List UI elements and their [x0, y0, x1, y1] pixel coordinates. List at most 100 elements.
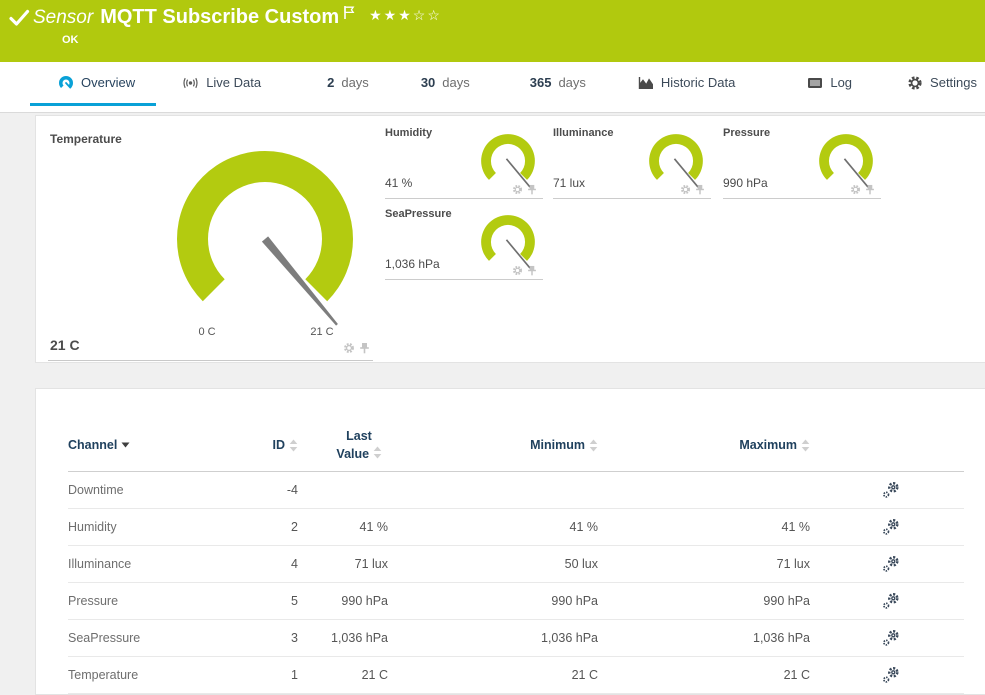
channel-id: 4: [291, 557, 298, 571]
pin-icon[interactable]: [695, 184, 705, 195]
channel-name: Pressure: [68, 594, 118, 608]
channel-settings-gears-icon[interactable]: [882, 518, 964, 536]
tab-settings[interactable]: Settings: [907, 62, 977, 103]
gauge-tile-value: 71 lux: [553, 176, 585, 190]
channel-gear-icon[interactable]: [850, 184, 861, 195]
tab-2-days-unit: days: [341, 75, 368, 90]
gauge-tile-value: 1,036 hPa: [385, 257, 440, 271]
channel-last-value: 1,036 hPa: [331, 631, 388, 645]
gauges-card: Temperature 0 C 21 C 21 C Humidity: [35, 115, 985, 363]
column-header-id-label: ID: [273, 438, 286, 452]
column-header-id[interactable]: ID: [273, 438, 299, 452]
column-header-maximum[interactable]: Maximum: [739, 438, 810, 452]
channel-gear-icon[interactable]: [512, 184, 523, 195]
tab-365-days[interactable]: 365 days: [530, 62, 586, 103]
channel-name: SeaPressure: [68, 631, 140, 645]
table-row: SeaPressure 3 1,036 hPa 1,036 hPa 1,036 …: [68, 620, 964, 657]
primary-gauge-title: Temperature: [50, 132, 122, 146]
tab-live-data[interactable]: Live Data: [182, 62, 261, 103]
gauge-tile-title: Illuminance: [553, 127, 614, 139]
column-header-maximum-label: Maximum: [739, 438, 797, 452]
table-header-row: Channel ID Last Value Minimum Maximum: [68, 419, 964, 472]
channel-settings-gears-icon[interactable]: [882, 481, 964, 499]
channel-last-value: 41 %: [360, 520, 389, 534]
log-list-icon: [807, 75, 823, 91]
object-type-label: Sensor: [33, 7, 93, 28]
gauge-tile-value: 990 hPa: [723, 176, 768, 190]
pin-icon[interactable]: [359, 342, 370, 354]
status-ok-check-icon: [9, 9, 30, 32]
column-header-minimum-label: Minimum: [530, 438, 585, 452]
table-row: Pressure 5 990 hPa 990 hPa 990 hPa: [68, 583, 964, 620]
channel-maximum: 21 C: [784, 668, 810, 682]
channel-id: 5: [291, 594, 298, 608]
channel-name: Temperature: [68, 668, 138, 682]
tab-30-days-number: 30: [421, 75, 435, 90]
channel-name: Illuminance: [68, 557, 131, 571]
pin-icon[interactable]: [865, 184, 875, 195]
channel-name: Downtime: [68, 483, 124, 497]
channel-gear-icon[interactable]: [343, 342, 355, 354]
primary-gauge-tile: Temperature 0 C 21 C 21 C: [48, 120, 373, 361]
tab-overview[interactable]: Overview: [58, 62, 135, 103]
status-badge: OK: [62, 34, 79, 46]
gauge-tile-seapressure: SeaPressure 1,036 hPa: [385, 203, 543, 280]
column-header-channel[interactable]: Channel: [68, 438, 130, 452]
channel-settings-gears-icon[interactable]: [882, 666, 964, 684]
channel-id: -4: [287, 483, 298, 497]
channel-last-value: 71 lux: [355, 557, 388, 571]
tab-2-days[interactable]: 2 days: [327, 62, 369, 103]
tab-30-days-unit: days: [442, 75, 469, 90]
sort-desc-icon: [121, 442, 130, 448]
channel-id: 3: [291, 631, 298, 645]
column-header-last-value-label: Last Value: [336, 429, 371, 461]
gear-icon: [907, 75, 923, 91]
channel-id: 2: [291, 520, 298, 534]
sort-both-icon: [289, 439, 298, 452]
sort-both-icon: [801, 439, 810, 452]
prtg-sensor-page: { "colors": { "green": "#b1c90e", "blue"…: [0, 0, 985, 691]
gauge-tile-pressure: Pressure 990 hPa: [723, 122, 881, 199]
column-header-last-value[interactable]: Last Value: [330, 427, 388, 463]
flag-icon[interactable]: [343, 5, 355, 25]
priority-stars[interactable]: ★★★☆☆: [369, 7, 442, 24]
tab-historic-data[interactable]: Historic Data: [638, 62, 735, 103]
channel-gear-icon[interactable]: [680, 184, 691, 195]
sensor-header: Sensor MQTT Subscribe Custom ★★★☆☆ OK: [0, 0, 985, 62]
gauge-tile-title: Humidity: [385, 127, 432, 139]
tab-settings-label: Settings: [930, 75, 977, 90]
channel-settings-gears-icon[interactable]: [882, 629, 964, 647]
gauge-scale-min: 0 C: [198, 326, 215, 338]
broadcast-icon: [182, 75, 199, 91]
page-title: MQTT Subscribe Custom: [100, 6, 339, 28]
channel-table: Channel ID Last Value Minimum Maximum: [68, 419, 964, 694]
channel-maximum: 41 %: [782, 520, 811, 534]
channel-minimum: 1,036 hPa: [541, 631, 598, 645]
channel-minimum: 41 %: [570, 520, 599, 534]
tab-365-days-number: 365: [530, 75, 552, 90]
gauge-tile-title: SeaPressure: [385, 208, 452, 220]
column-header-minimum[interactable]: Minimum: [530, 438, 598, 452]
column-header-channel-label: Channel: [68, 438, 117, 452]
table-row: Humidity 2 41 % 41 % 41 %: [68, 509, 964, 546]
tab-live-data-label: Live Data: [206, 75, 261, 90]
channel-settings-gears-icon[interactable]: [882, 592, 964, 610]
tab-overview-label: Overview: [81, 75, 135, 90]
gauge-tile-title: Pressure: [723, 127, 770, 139]
tab-log[interactable]: Log: [807, 62, 852, 103]
tab-365-days-unit: days: [558, 75, 585, 90]
table-row: Downtime -4: [68, 472, 964, 509]
pin-icon[interactable]: [527, 184, 537, 195]
channel-minimum: 50 lux: [565, 557, 598, 571]
channel-minimum: 21 C: [572, 668, 598, 682]
gauge-icon: [58, 75, 74, 91]
pin-icon[interactable]: [527, 265, 537, 276]
channel-settings-gears-icon[interactable]: [882, 555, 964, 573]
channel-last-value: 21 C: [362, 668, 388, 682]
gauge-tile-illuminance: Illuminance 71 lux: [553, 122, 711, 199]
channel-maximum: 990 hPa: [763, 594, 810, 608]
tab-30-days[interactable]: 30 days: [421, 62, 470, 103]
sort-both-icon: [373, 446, 382, 459]
channel-gear-icon[interactable]: [512, 265, 523, 276]
channel-table-card: Channel ID Last Value Minimum Maximum: [35, 388, 985, 695]
